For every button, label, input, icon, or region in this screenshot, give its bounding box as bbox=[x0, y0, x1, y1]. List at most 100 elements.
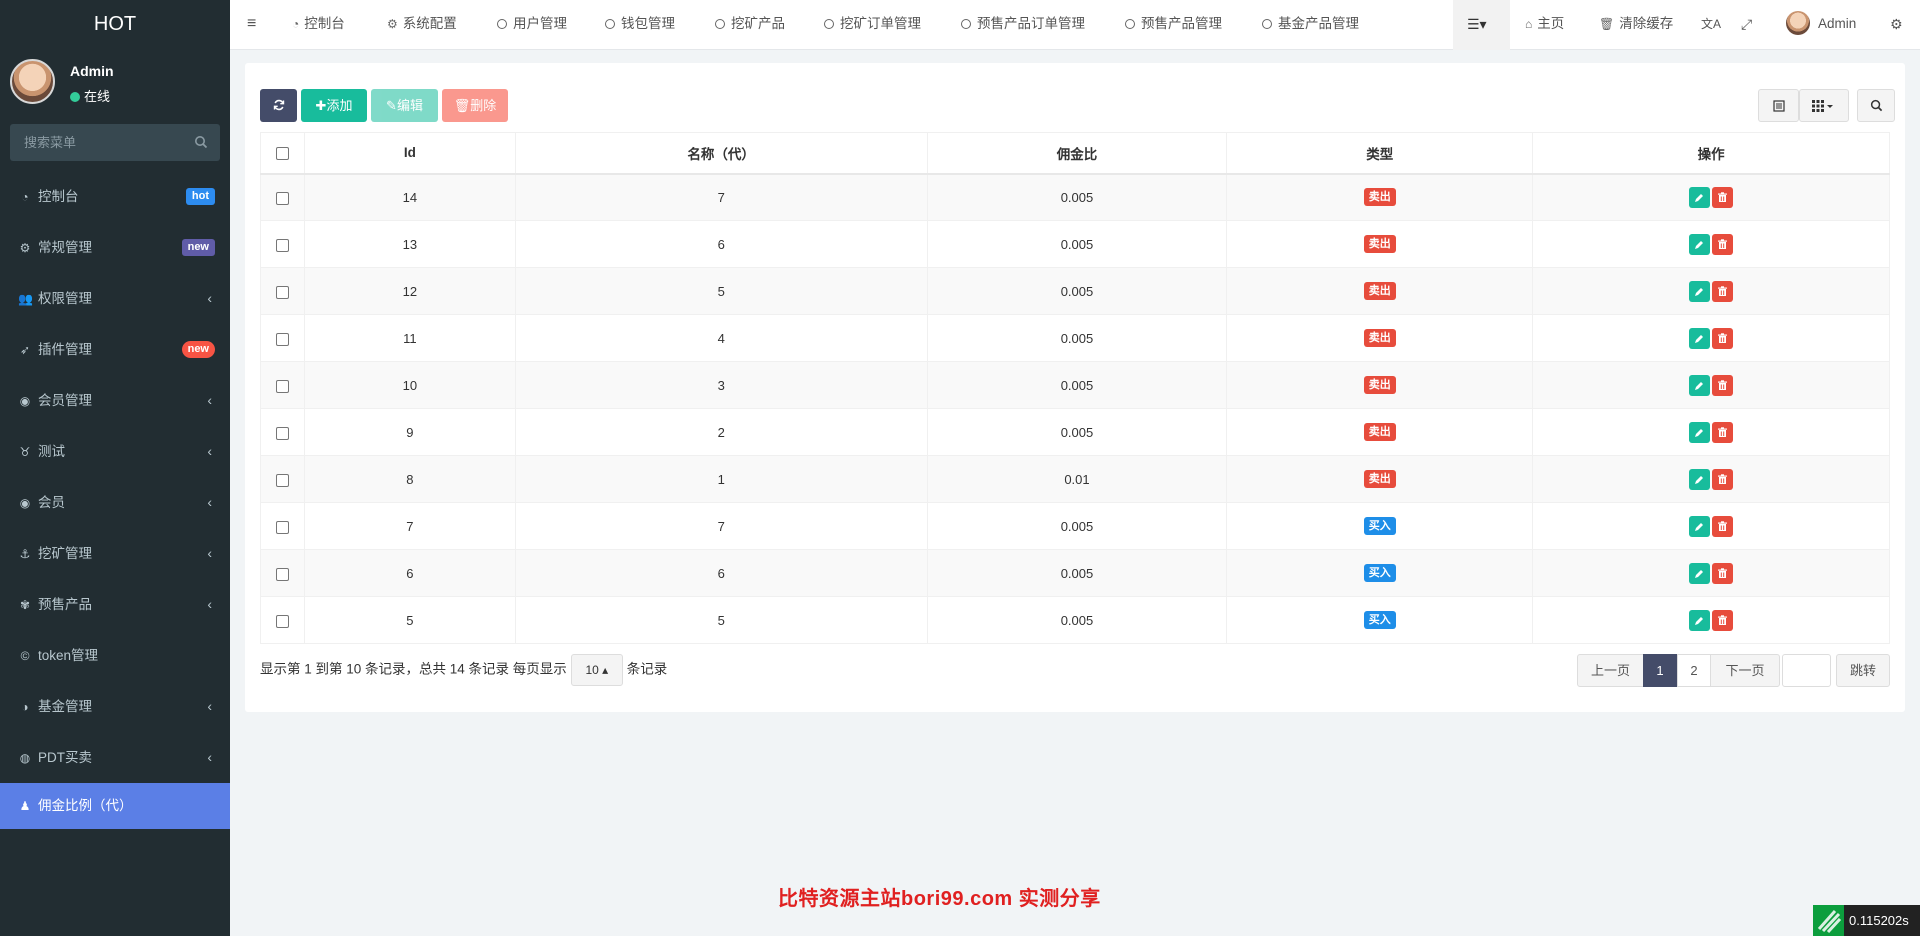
home-link[interactable]: ⌂ 主页 bbox=[1525, 0, 1564, 50]
prev-page-button[interactable]: 上一页 bbox=[1577, 654, 1644, 687]
column-header[interactable]: Id bbox=[303, 132, 516, 175]
tab-mining-products[interactable]: 挖矿产品 bbox=[715, 0, 785, 50]
select-all-checkbox[interactable] bbox=[275, 147, 289, 161]
cell-type: 买入 bbox=[1226, 502, 1534, 550]
table-row: 12 5 0.005 卖出 bbox=[260, 267, 1890, 315]
add-button[interactable]: ✚添加 bbox=[301, 89, 367, 122]
cogs-icon[interactable]: ⚙ bbox=[1890, 0, 1903, 50]
row-delete-button[interactable] bbox=[1712, 327, 1734, 349]
row-delete-button[interactable] bbox=[1712, 374, 1734, 396]
column-header[interactable]: 类型 bbox=[1226, 132, 1534, 175]
status-text: 在线 bbox=[84, 89, 111, 104]
row-edit-button[interactable] bbox=[1689, 233, 1711, 255]
column-header[interactable]: 名称（代） bbox=[514, 132, 928, 175]
type-badge: 卖出 bbox=[1363, 235, 1396, 253]
row-edit-button[interactable] bbox=[1689, 374, 1711, 396]
tab-wallet-management[interactable]: 钱包管理 bbox=[605, 0, 675, 50]
tab-mining-orders[interactable]: 挖矿订单管理 bbox=[824, 0, 921, 50]
row-delete-button[interactable] bbox=[1712, 609, 1734, 631]
chevron-left-icon: ‹ bbox=[207, 443, 212, 459]
sidebar-item-token[interactable]: © token管理 bbox=[0, 630, 230, 681]
list-dropdown-icon[interactable]: ☰▾ bbox=[1467, 0, 1487, 50]
sidebar-item-mining[interactable]: ⚓ 挖矿管理 ‹ bbox=[0, 528, 230, 579]
row-checkbox[interactable] bbox=[275, 520, 289, 534]
tab-user-management[interactable]: 用户管理 bbox=[497, 0, 567, 50]
row-delete-button[interactable] bbox=[1712, 186, 1734, 208]
row-checkbox[interactable] bbox=[275, 567, 289, 581]
row-edit-button[interactable] bbox=[1689, 515, 1711, 537]
top-navbar: ≡ ◔ 控制台 ⚙ 系统配置 用户管理 钱包管理 挖矿产品 挖矿订单管理 预售产品订… bbox=[230, 0, 1920, 50]
sidebar-item-auth[interactable]: 👥 权限管理 ‹ bbox=[0, 273, 230, 324]
row-delete-button[interactable] bbox=[1712, 421, 1734, 443]
jump-button[interactable]: 跳转 bbox=[1836, 654, 1890, 687]
tab-presale-orders[interactable]: 预售产品订单管理 bbox=[961, 0, 1085, 50]
new-badge: new bbox=[181, 341, 215, 358]
admin-menu[interactable]: Admin bbox=[1786, 0, 1856, 50]
sidebar-item-general[interactable]: ⚙ 常规管理 new bbox=[0, 222, 230, 273]
language-icon[interactable]: 文A bbox=[1701, 0, 1721, 50]
sidebar-item-test[interactable]: ♉ 测试 ‹ bbox=[0, 426, 230, 477]
row-edit-button[interactable] bbox=[1689, 421, 1711, 443]
cogs-icon: ⚙ bbox=[19, 241, 31, 255]
tab-label: 基金产品管理 bbox=[1278, 16, 1359, 31]
page-size-dropdown[interactable]: 10 ▴ bbox=[570, 654, 623, 686]
row-delete-button[interactable] bbox=[1712, 515, 1734, 537]
sidebar-item-addon[interactable]: ➶ 插件管理 new bbox=[0, 324, 230, 375]
row-edit-button[interactable] bbox=[1689, 562, 1711, 584]
copyright-icon: © bbox=[20, 649, 30, 663]
tab-dashboard[interactable]: ◔ 控制台 bbox=[292, 0, 345, 50]
trash-icon bbox=[1718, 379, 1728, 390]
cell-ratio: 0.005 bbox=[926, 314, 1228, 362]
row-checkbox[interactable] bbox=[275, 191, 289, 205]
sidebar-item-member-admin[interactable]: ◉ 会员管理 ‹ bbox=[0, 375, 230, 426]
menu-toggle-icon[interactable]: ≡ bbox=[247, 0, 256, 50]
sidebar-item-commission[interactable]: ♟ 佣金比例（代） bbox=[0, 783, 230, 829]
row-checkbox[interactable] bbox=[275, 379, 289, 393]
sidebar-item-dashboard[interactable]: ◔ 控制台 hot bbox=[0, 171, 230, 222]
menu-search-input[interactable] bbox=[10, 124, 220, 161]
refresh-button[interactable] bbox=[260, 89, 297, 122]
row-checkbox[interactable] bbox=[275, 332, 289, 346]
row-checkbox[interactable] bbox=[275, 426, 289, 440]
next-page-button[interactable]: 下一页 bbox=[1710, 654, 1780, 687]
sidebar-item-member[interactable]: ◉ 会员 ‹ bbox=[0, 477, 230, 528]
tab-system-config[interactable]: ⚙ 系统配置 bbox=[387, 0, 457, 50]
clear-cache-button[interactable]: 🗑 清除缓存 bbox=[1599, 0, 1673, 50]
chevron-left-icon: ‹ bbox=[207, 596, 212, 612]
pagination-text: 显示第 1 到第 10 条记录，总共 14 条记录 每页显示 bbox=[260, 661, 567, 677]
logo[interactable]: HOT bbox=[0, 0, 230, 50]
columns-dropdown[interactable] bbox=[1799, 89, 1849, 122]
medal-icon: ♉ bbox=[19, 445, 31, 459]
edit-button[interactable]: ✎编辑 bbox=[371, 89, 438, 122]
row-delete-button[interactable] bbox=[1712, 562, 1734, 584]
row-edit-button[interactable] bbox=[1689, 280, 1711, 302]
search-icon[interactable] bbox=[194, 135, 208, 149]
table-header-row: Id 名称（代） 佣金比 类型 操作 bbox=[260, 132, 1890, 175]
row-checkbox[interactable] bbox=[275, 285, 289, 299]
row-delete-button[interactable] bbox=[1712, 280, 1734, 302]
tab-fund-products[interactable]: 基金产品管理 bbox=[1262, 0, 1359, 50]
pagination-suffix: 条记录 bbox=[626, 661, 668, 677]
row-edit-button[interactable] bbox=[1689, 186, 1711, 208]
row-checkbox[interactable] bbox=[275, 473, 289, 487]
toggle-view-button[interactable] bbox=[1758, 89, 1799, 122]
row-delete-button[interactable] bbox=[1712, 233, 1734, 255]
fullscreen-icon[interactable]: ⤢ bbox=[1741, 0, 1752, 50]
row-delete-button[interactable] bbox=[1712, 468, 1734, 490]
sidebar-item-label: 常规管理 bbox=[38, 240, 92, 255]
row-edit-button[interactable] bbox=[1689, 327, 1711, 349]
column-header[interactable]: 佣金比 bbox=[926, 132, 1228, 175]
row-checkbox[interactable] bbox=[275, 614, 289, 628]
delete-button[interactable]: 🗑删除 bbox=[442, 89, 508, 122]
table-search-button[interactable] bbox=[1857, 89, 1895, 122]
tab-presale-products[interactable]: 预售产品管理 bbox=[1125, 0, 1222, 50]
page-1-button[interactable]: 1 bbox=[1643, 654, 1677, 687]
sidebar-item-fund[interactable]: ◑ 基金管理 ‹ bbox=[0, 681, 230, 732]
jump-page-input[interactable] bbox=[1782, 654, 1831, 687]
sidebar-item-pdt[interactable]: ◍ PDT买卖 ‹ bbox=[0, 732, 230, 783]
row-edit-button[interactable] bbox=[1689, 609, 1711, 631]
row-checkbox[interactable] bbox=[275, 238, 289, 252]
page-2-button[interactable]: 2 bbox=[1677, 654, 1711, 687]
sidebar-item-presale[interactable]: ✾ 预售产品 ‹ bbox=[0, 579, 230, 630]
row-edit-button[interactable] bbox=[1689, 468, 1711, 490]
